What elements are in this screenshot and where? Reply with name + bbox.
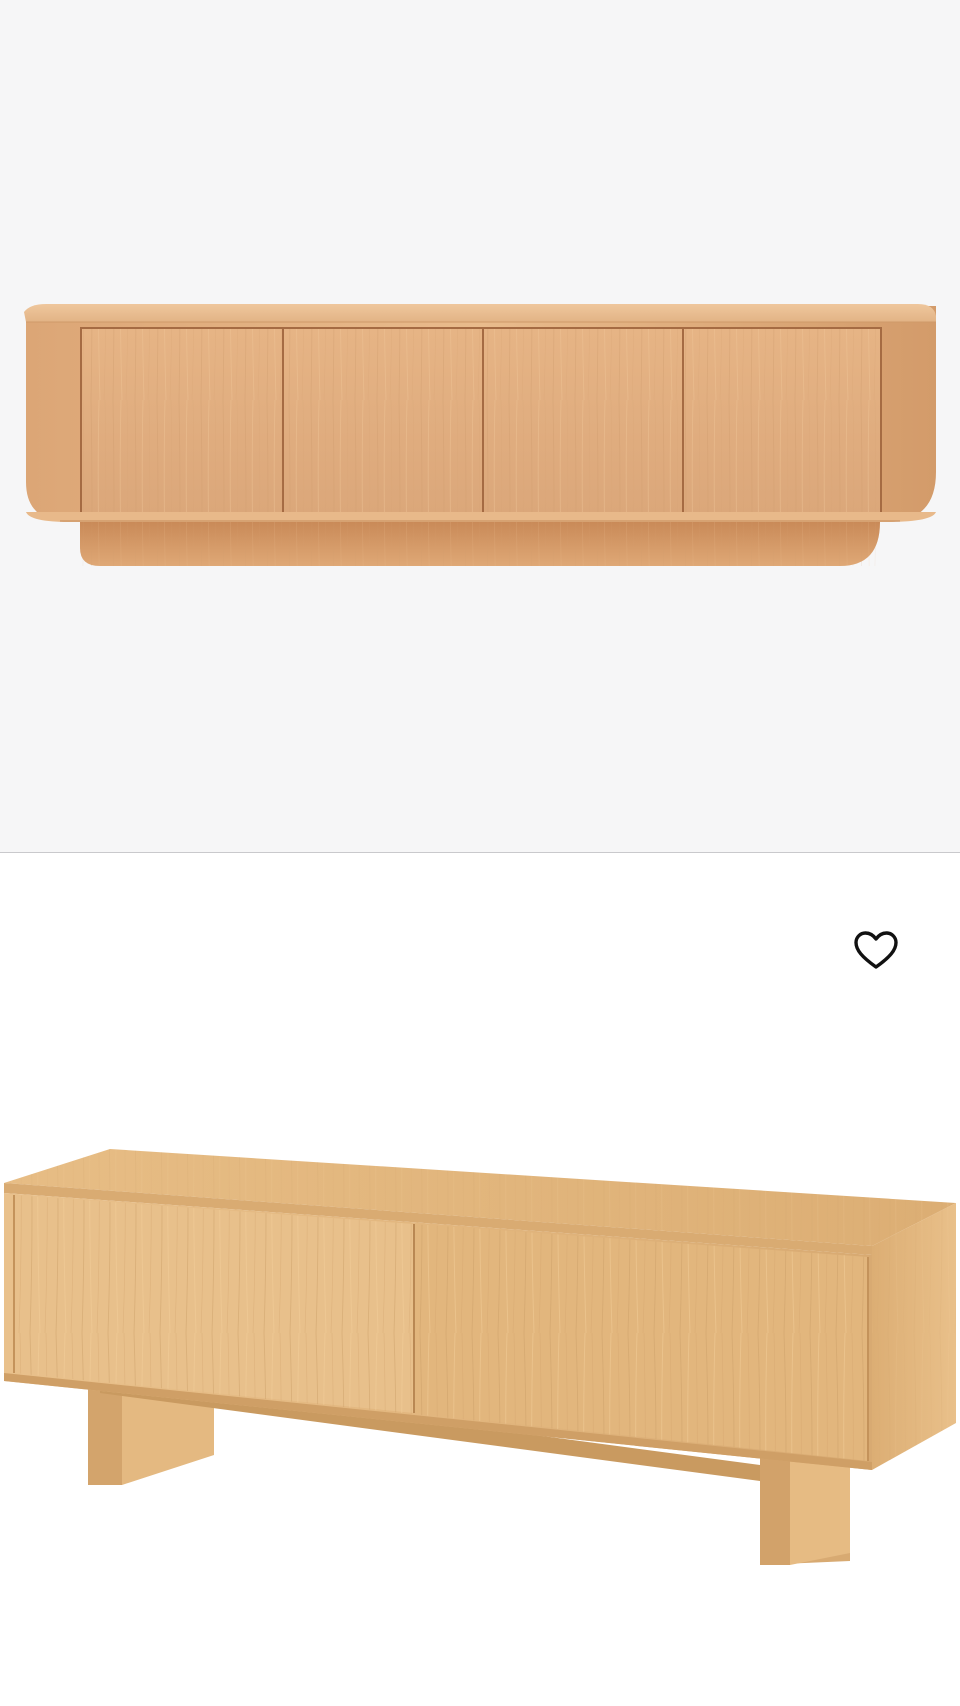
product-image-media-console[interactable] <box>0 0 960 852</box>
product-card-2[interactable] <box>0 853 960 1706</box>
product-image-tv-bench[interactable] <box>0 853 960 1706</box>
heart-outline-icon <box>854 931 898 969</box>
wishlist-button[interactable] <box>852 927 900 975</box>
product-card-1[interactable] <box>0 0 960 852</box>
product-image-feed <box>0 0 960 1706</box>
